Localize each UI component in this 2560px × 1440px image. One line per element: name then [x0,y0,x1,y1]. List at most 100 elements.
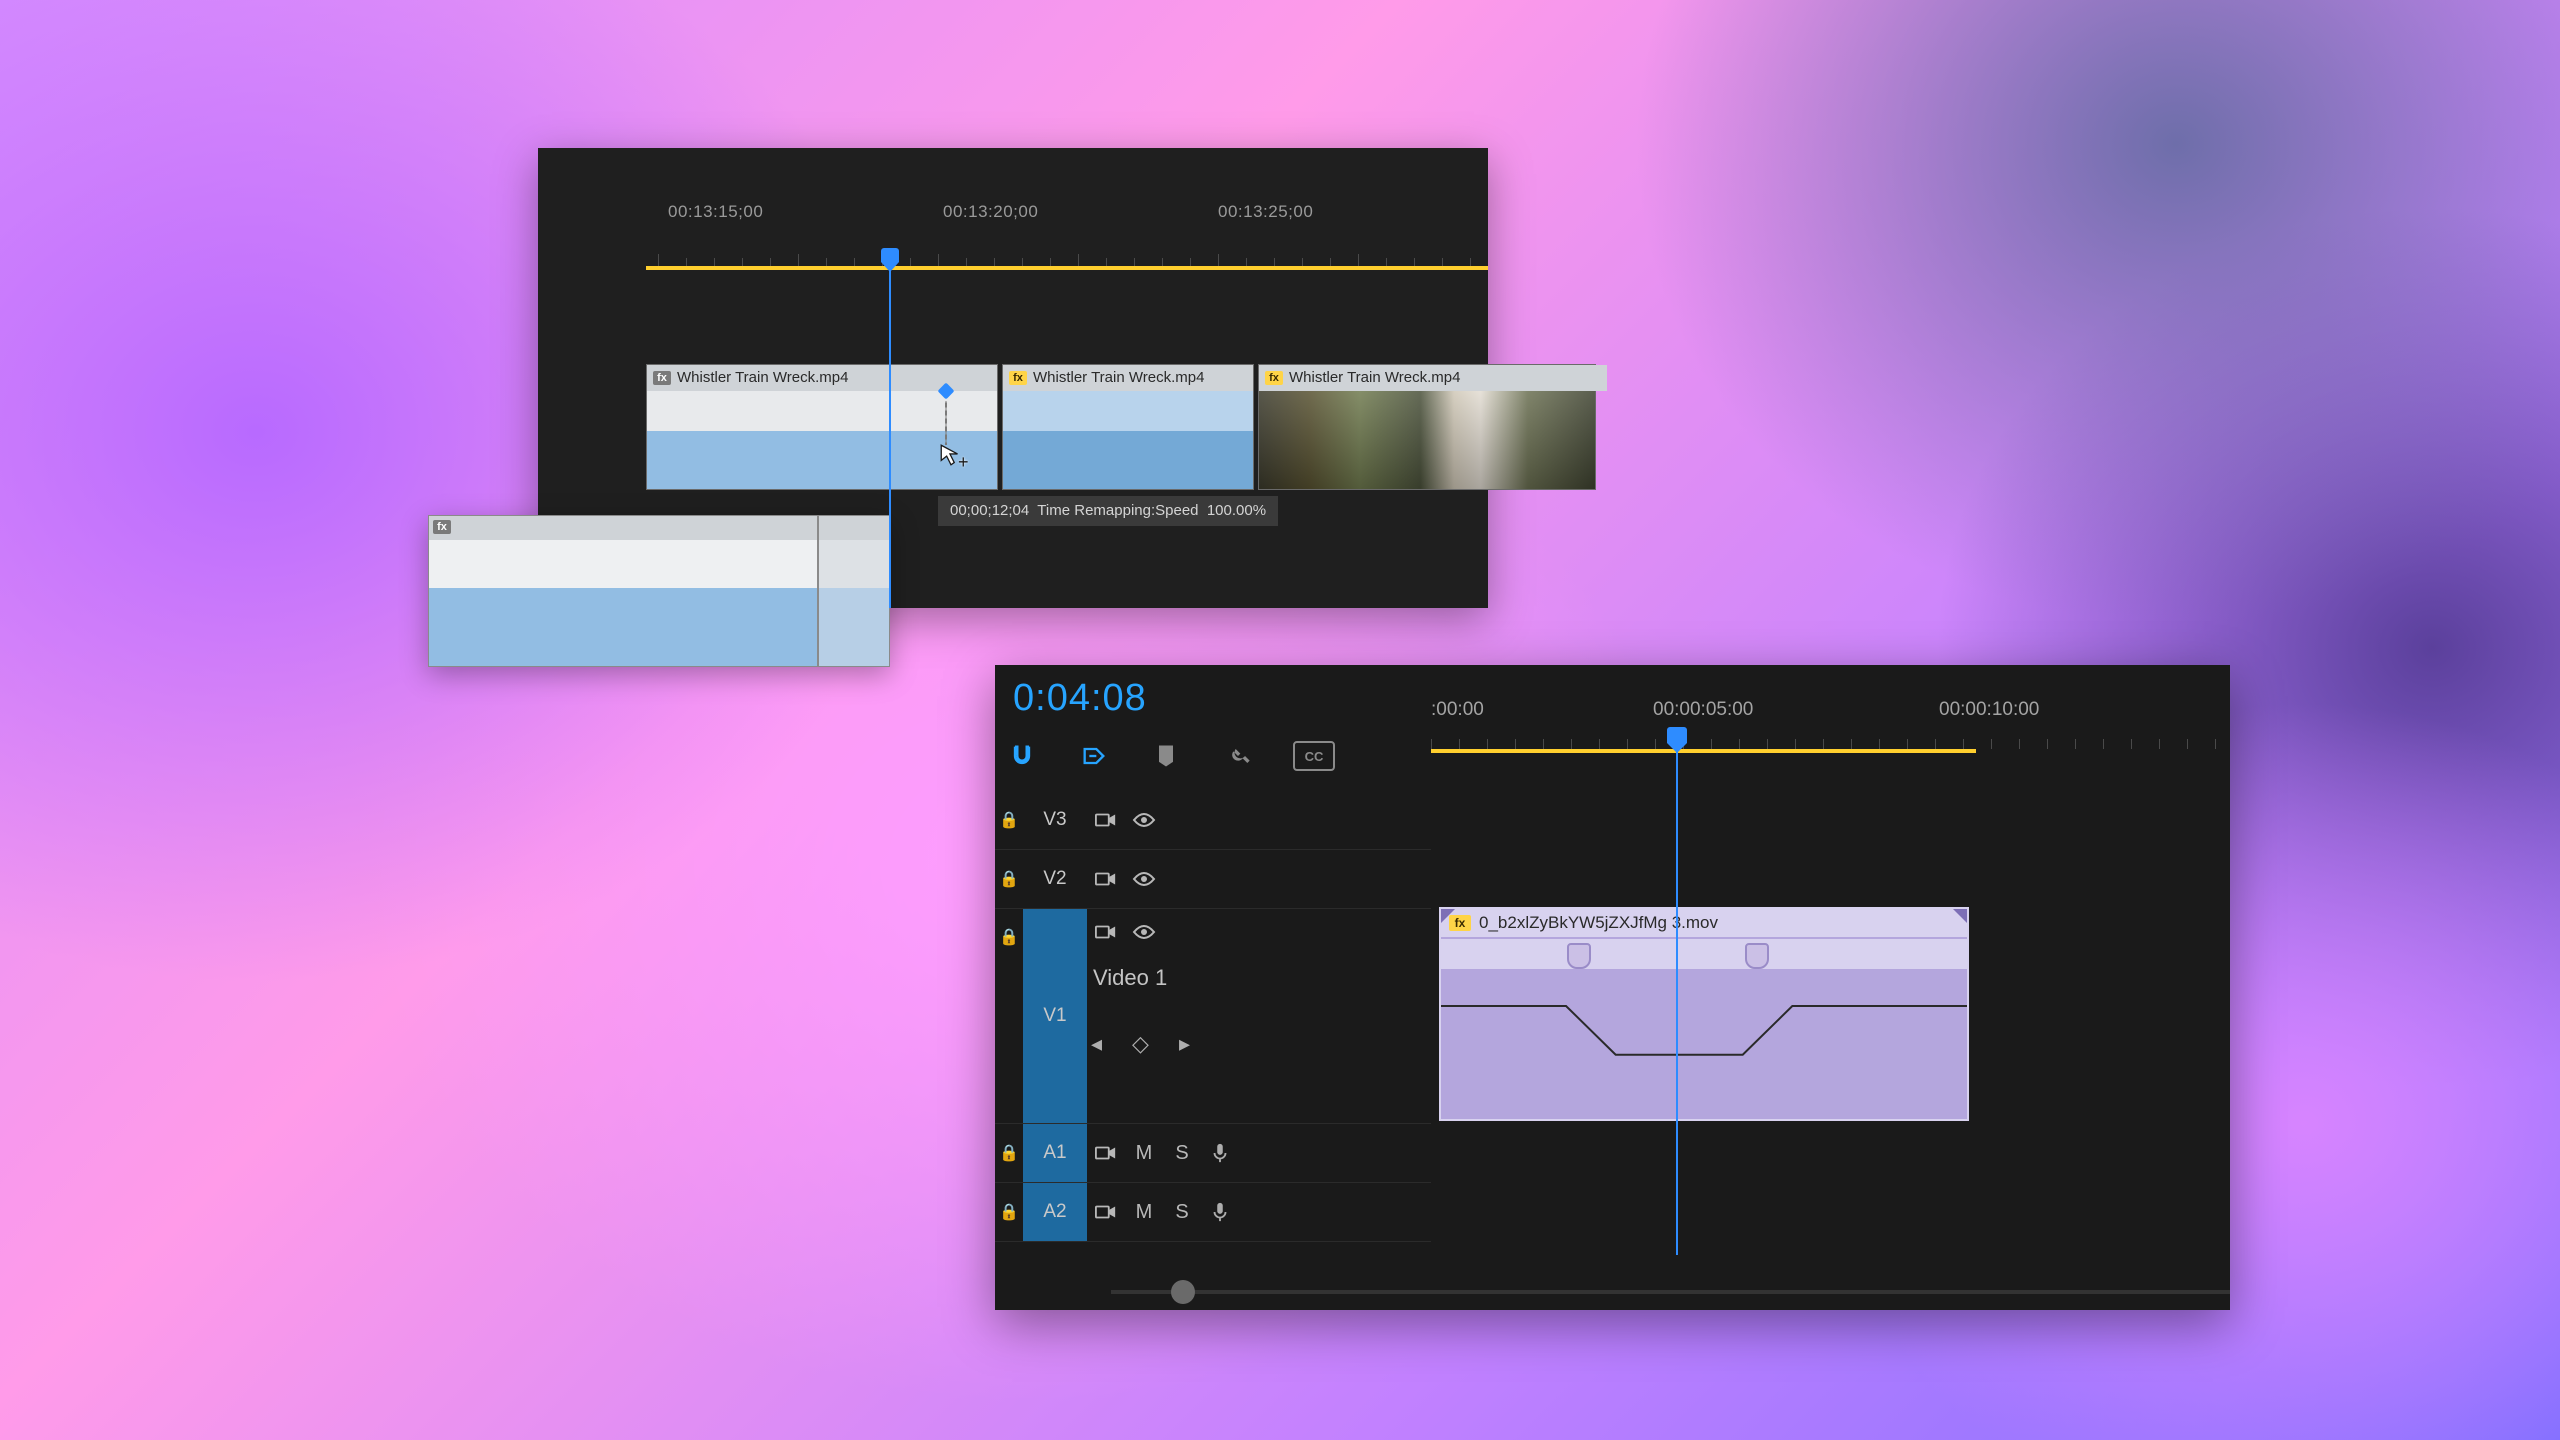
lock-icon[interactable]: 🔒 [995,810,1023,830]
ruler-tick [1823,739,1824,749]
ruler-tick [994,258,995,266]
ruler-timecode: 00:00:05:00 [1653,699,1753,721]
ruler-tick [1739,739,1740,749]
mic-icon[interactable] [1201,1142,1239,1164]
ruler-tick [938,254,939,266]
wrench-icon[interactable] [1221,739,1255,773]
playhead[interactable] [1676,743,1678,1255]
time-ruler[interactable]: 00:13:15;00 00:13:20;00 00:13:25;00 [538,184,1488,272]
eye-icon[interactable] [1125,870,1163,888]
track-output-icon[interactable] [1087,1144,1125,1162]
clip-whistler-3[interactable]: fx Whistler Train Wreck.mp4 [1258,364,1596,490]
ruler-tick [658,254,659,266]
ruler-timecode: 00:13:20;00 [943,202,1038,222]
speed-keyframe-handle[interactable] [1745,943,1769,969]
fx-badge-icon: fx [1265,371,1283,385]
track-header-a2[interactable]: 🔒 A2 M S [995,1183,1431,1242]
in-point-icon [1441,909,1455,923]
ruler-tick [966,258,967,266]
captions-icon[interactable]: CC [1293,741,1335,771]
lock-icon[interactable]: 🔒 [995,1202,1023,1222]
ruler-tick [1655,739,1656,749]
track-output-icon[interactable] [1087,923,1125,941]
work-area-bar[interactable] [1431,749,1976,753]
floating-clip-fragment[interactable]: fx [428,515,890,667]
snap-icon[interactable] [1005,739,1039,773]
ruler-timecode: 00:13:15;00 [668,202,763,222]
ruler-tick [1991,739,1992,749]
ruler-tick [1459,739,1460,749]
lower-timeline-panel: 0:04:08 CC :00:00 00:00:05:00 00:00:10:0… [995,665,2230,1310]
solo-toggle[interactable]: S [1163,1142,1201,1165]
track-source-toggle[interactable]: V2 [1023,850,1087,908]
track-source-toggle[interactable]: A2 [1023,1183,1087,1241]
track-output-icon[interactable] [1087,811,1125,829]
ruler-tick [1571,739,1572,749]
ruler-tick [1078,254,1079,266]
mic-icon[interactable] [1201,1201,1239,1223]
track-header-v2[interactable]: 🔒 V2 [995,850,1431,909]
clip-whistler-2[interactable]: fx Whistler Train Wreck.mp4 [1002,364,1254,490]
mute-toggle[interactable]: M [1125,1201,1163,1224]
prev-keyframe-icon[interactable]: ◂ [1091,1031,1102,1057]
ruler-tick [1627,739,1628,749]
ruler-tick [1442,258,1443,266]
next-keyframe-icon[interactable]: ▸ [1179,1031,1190,1057]
track-header-v1[interactable]: 🔒 V1 Video 1 ◂ ◇ ▸ [995,909,1431,1124]
track-headers: 🔒 V3 🔒 V2 🔒 V1 [995,791,1431,1270]
playhead[interactable] [889,260,891,608]
track-lanes[interactable]: fx 0_b2xlZyBkYW5jZXJfMg 3.mov [1431,791,2230,1270]
ruler-tick [1963,739,1964,749]
lock-icon[interactable]: 🔒 [995,1143,1023,1163]
ruler-tick [798,254,799,266]
current-timecode[interactable]: 0:04:08 [1013,677,1147,720]
ruler-tick [1302,258,1303,266]
time-remap-tooltip: 00;00;12;04 Time Remapping:Speed 100.00% [938,496,1278,526]
clip-on-v1[interactable]: fx 0_b2xlZyBkYW5jZXJfMg 3.mov [1439,907,1969,1121]
track-header-v3[interactable]: 🔒 V3 [995,791,1431,850]
ruler-tick [1515,739,1516,749]
ruler-tick [1050,258,1051,266]
track-output-icon[interactable] [1087,1203,1125,1221]
ruler-tick [1218,254,1219,266]
clip-edit-point[interactable] [817,516,819,666]
track-source-toggle[interactable]: V3 [1023,791,1087,849]
ruler-tick [1879,739,1880,749]
marker-icon[interactable] [1149,739,1183,773]
ruler-tick [2159,739,2160,749]
scrollbar-thumb[interactable] [1171,1280,1195,1304]
ruler-tick [1599,739,1600,749]
add-keyframe-icon[interactable]: ◇ [1132,1031,1149,1057]
linked-selection-icon[interactable] [1077,739,1111,773]
clip-filename: Whistler Train Wreck.mp4 [1033,365,1204,391]
track-output-icon[interactable] [1087,870,1125,888]
ruler-tick [1358,254,1359,266]
ruler-tick [1274,258,1275,266]
ruler-tick [1851,739,1852,749]
track-source-toggle[interactable]: A1 [1023,1124,1087,1182]
lock-icon[interactable]: 🔒 [995,869,1023,889]
mute-toggle[interactable]: M [1125,1142,1163,1165]
ruler-tick [742,258,743,266]
track-header-a1[interactable]: 🔒 A1 M S [995,1124,1431,1183]
out-point-icon [1953,909,1967,923]
ruler-tick [686,258,687,266]
track-source-toggle[interactable]: V1 [1023,909,1087,1123]
horizontal-scrollbar[interactable] [1111,1280,2230,1304]
speed-keyframe-handle[interactable] [1567,943,1591,969]
ruler-tick [826,258,827,266]
ruler-tick [2075,739,2076,749]
lock-icon[interactable]: 🔒 [995,909,1023,947]
time-ruler[interactable]: :00:00 00:00:05:00 00:00:10:00 [1431,699,2230,767]
ruler-tick [1543,739,1544,749]
ruler-tick [1795,739,1796,749]
speed-rubber-band[interactable] [1441,969,1967,1119]
eye-icon[interactable] [1125,923,1163,941]
ruler-tick [1022,258,1023,266]
work-area-bar[interactable] [646,266,1488,270]
ruler-tick [1470,258,1471,266]
eye-icon[interactable] [1125,811,1163,829]
track-label: Video 1 [1093,965,1190,991]
ruler-tick [2019,739,2020,749]
solo-toggle[interactable]: S [1163,1201,1201,1224]
